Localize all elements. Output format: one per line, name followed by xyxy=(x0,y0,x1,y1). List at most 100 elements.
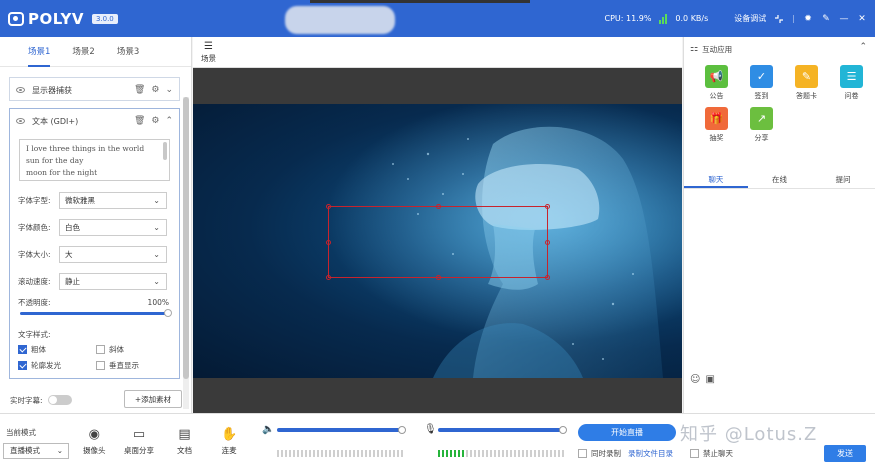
microphone-icon[interactable]: 🎙 xyxy=(424,424,437,435)
emoji-icon[interactable]: ☺ xyxy=(690,374,700,385)
tab-scene-2[interactable]: 场景2 xyxy=(72,37,94,67)
checkbox-italic[interactable]: 斜体 xyxy=(96,344,166,355)
resize-handle[interactable] xyxy=(436,275,441,280)
start-live-button[interactable]: 开始直播 xyxy=(578,424,676,441)
camera-button[interactable]: ◉ 摄像头 xyxy=(83,425,106,456)
tab-scene-3[interactable]: 场景3 xyxy=(117,37,139,67)
record-checkbox[interactable]: 同时录制 xyxy=(578,448,621,459)
resize-handle[interactable] xyxy=(545,275,550,280)
version-badge: 3.0.0 xyxy=(91,14,118,24)
chevron-down-icon: ⌄ xyxy=(56,446,63,455)
resize-handle[interactable] xyxy=(326,275,331,280)
live-subtitle-toggle[interactable] xyxy=(47,395,72,405)
font-family-select[interactable]: 微软雅黑 ⌄ xyxy=(59,192,167,209)
preview-canvas[interactable] xyxy=(193,104,682,378)
hand-icon: ✋ xyxy=(221,427,238,442)
co-host-button[interactable]: ✋ 连麦 xyxy=(221,425,237,456)
gear-icon[interactable]: ✹ xyxy=(803,14,813,24)
ban-chat-checkbox[interactable]: 禁止聊天 xyxy=(690,448,733,459)
tab-online[interactable]: 在线 xyxy=(748,170,812,188)
eye-icon[interactable] xyxy=(16,87,25,93)
trash-icon[interactable]: 🗑 xyxy=(134,116,145,126)
add-source-button[interactable]: +添加素材 xyxy=(124,390,182,408)
app-logo: POLYV 3.0.0 xyxy=(8,10,118,28)
logo-icon xyxy=(8,12,24,26)
mic-volume-slider[interactable] xyxy=(438,426,567,434)
source-monitor-capture[interactable]: 显示器捕获 🗑 ⚙ ⌄ xyxy=(9,77,180,101)
mode-select[interactable]: 直播模式 ⌄ xyxy=(3,443,69,459)
trash-icon[interactable]: 🗑 xyxy=(134,85,145,95)
chevron-up-icon[interactable]: ⌃ xyxy=(859,42,867,52)
logo-text: POLYV xyxy=(28,10,84,28)
source-text-gdi[interactable]: 文本 (GDI+) 🗑 ⚙ ⌃ I love three things in t… xyxy=(9,108,180,379)
resize-handle[interactable] xyxy=(545,240,550,245)
image-icon[interactable]: ▣ xyxy=(705,374,714,385)
checkbox-bold[interactable]: 粗体 xyxy=(18,344,96,355)
app-checkin[interactable]: ✓ 签到 xyxy=(739,65,784,101)
chevron-up-icon[interactable]: ⌃ xyxy=(165,116,173,126)
desktop-share-button[interactable]: ▭ 桌面分享 xyxy=(124,425,154,456)
app-share[interactable]: ↗ 分享 xyxy=(739,107,784,143)
left-footer: 实时字幕: +添加素材 xyxy=(0,387,192,413)
resize-handle[interactable] xyxy=(436,204,441,209)
send-button[interactable]: 发送 xyxy=(824,445,866,462)
apps-icon: ⚏ xyxy=(690,44,699,54)
pin-icon[interactable]: ✎ xyxy=(821,14,831,24)
slider-handle[interactable] xyxy=(164,309,172,317)
font-color-select[interactable]: 白色 ⌄ xyxy=(59,219,167,236)
title-bar: POLYV 3.0.0 CPU: 11.9% 0.0 KB/s 设备调试 | ✹… xyxy=(0,0,875,37)
gear-icon[interactable]: ⚙ xyxy=(151,85,159,95)
checkbox-vertical[interactable]: 垂直显示 xyxy=(96,360,166,371)
resize-handle[interactable] xyxy=(326,240,331,245)
device-debug-button[interactable]: 设备调试 xyxy=(734,13,766,24)
text-style-label: 文字样式: xyxy=(18,330,51,339)
opacity-label: 不透明度: xyxy=(18,297,51,307)
opacity-slider[interactable] xyxy=(20,309,172,317)
scene-toolbar: ☰ 场景 xyxy=(193,37,682,68)
tab-chat[interactable]: 聊天 xyxy=(684,170,748,188)
calendar-check-icon: ✓ xyxy=(750,65,773,88)
chevron-down-icon[interactable]: ⌄ xyxy=(165,85,173,95)
app-survey[interactable]: ☰ 问卷 xyxy=(829,65,874,101)
font-size-select[interactable]: 大 ⌄ xyxy=(59,246,167,263)
text-content-input[interactable]: I love three things in the world sun for… xyxy=(19,139,170,181)
checkbox-outline-glow[interactable]: 轮廓发光 xyxy=(18,360,96,371)
signal-icon xyxy=(659,13,668,24)
app-lottery[interactable]: 🎁 抽奖 xyxy=(694,107,739,143)
answer-card-icon: ✎ xyxy=(795,65,818,88)
tab-scene-1[interactable]: 场景1 xyxy=(28,37,51,67)
speaker-level-meter xyxy=(277,450,403,457)
chevron-down-icon: ⌄ xyxy=(153,196,160,205)
text-selection-box[interactable] xyxy=(326,204,550,280)
shrink-icon[interactable] xyxy=(774,14,784,24)
source-name: 显示器捕获 xyxy=(32,85,72,95)
watermark: 知乎 @Lotus.Z xyxy=(680,424,818,445)
panel-scrollbar[interactable] xyxy=(183,97,189,409)
interaction-panel: ⚏ 互动应用 ⌃ 📢 公告 ✓ 签到 ✎ 答题卡 ☰ 问卷 🎁 抽奖 ↗ 分享 聊天 在线 … xyxy=(683,37,875,413)
mic-level-active xyxy=(438,450,464,457)
close-icon[interactable]: ✕ xyxy=(857,14,867,24)
tab-questions[interactable]: 提问 xyxy=(811,170,875,188)
camera-icon: ◉ xyxy=(88,427,100,442)
title-strip xyxy=(310,0,530,3)
minimize-icon[interactable]: — xyxy=(839,14,849,24)
speaker-volume-slider[interactable] xyxy=(277,426,406,434)
speaker-icon[interactable]: 🔈 xyxy=(262,424,274,435)
resize-handle[interactable] xyxy=(326,204,331,209)
resize-handle[interactable] xyxy=(545,204,550,209)
gear-icon[interactable]: ⚙ xyxy=(151,116,159,126)
preview-stage xyxy=(193,68,682,413)
survey-icon: ☰ xyxy=(840,65,863,88)
slider-handle xyxy=(398,426,406,434)
list-icon: ☰ xyxy=(204,41,213,52)
text-scrollbar[interactable] xyxy=(163,142,167,160)
app-answer-card[interactable]: ✎ 答题卡 xyxy=(784,65,829,101)
record-folder-link[interactable]: 录制文件目录 xyxy=(628,448,673,459)
mode-label: 当前模式 xyxy=(6,428,36,437)
eye-icon[interactable] xyxy=(16,118,25,124)
app-announcement[interactable]: 📢 公告 xyxy=(694,65,739,101)
chevron-down-icon: ⌄ xyxy=(153,277,160,286)
scroll-speed-select[interactable]: 静止 ⌄ xyxy=(59,273,167,290)
document-button[interactable]: ▤ 文档 xyxy=(177,425,192,456)
scene-button[interactable]: ☰ 场景 xyxy=(201,41,216,64)
